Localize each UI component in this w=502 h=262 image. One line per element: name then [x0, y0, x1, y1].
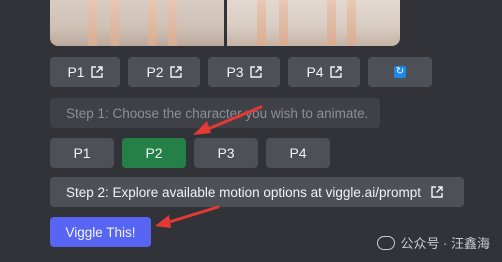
p3-link-button[interactable]: P3 [208, 57, 280, 87]
p2-link-button[interactable]: P2 [128, 57, 200, 87]
external-link-icon [431, 186, 443, 198]
external-link-icon [329, 66, 342, 78]
watermark-text: 公众号 · 汪鑫海 [400, 236, 490, 251]
p4-link-button[interactable]: P4 [288, 57, 360, 87]
step1-label: Step 1: Choose the character you wish to… [66, 105, 369, 121]
preview-image-1 [50, 0, 224, 46]
preview-figure-leg [148, 0, 157, 46]
preview-figure-leg [168, 0, 177, 46]
p3-link-label: P3 [226, 64, 244, 80]
choose-p1-button[interactable]: P1 [50, 138, 114, 168]
p2-link-label: P2 [146, 64, 164, 80]
p1-link-label: P1 [67, 64, 85, 80]
choose-p4-label: P4 [289, 145, 307, 161]
preview-image-2 [226, 0, 400, 46]
choose-p2-button[interactable]: P2 [122, 138, 186, 168]
viggle-this-button[interactable]: Viggle This! [50, 217, 151, 247]
external-link-icon [249, 66, 262, 78]
refresh-icon: ↻ [394, 66, 406, 78]
watermark: 公众号 · 汪鑫海 [377, 233, 490, 252]
step2-link-button[interactable]: Step 2: Explore available motion options… [50, 177, 464, 207]
choose-p3-label: P3 [217, 145, 235, 161]
external-link-icon [90, 66, 103, 78]
viggle-this-label: Viggle This! [65, 224, 136, 240]
choose-p3-button[interactable]: P3 [194, 138, 258, 168]
preview-figure-leg [278, 0, 288, 46]
step1-label-button: Step 1: Choose the character you wish to… [50, 98, 380, 128]
red-arrow-annotation [155, 205, 220, 228]
choose-p1-label: P1 [73, 145, 91, 161]
refresh-button[interactable]: ↻ [368, 57, 432, 87]
step2-label: Step 2: Explore available motion options… [66, 184, 421, 200]
character-preview-images [50, 0, 400, 46]
p4-link-label: P4 [306, 64, 324, 80]
preview-figure-leg [88, 0, 97, 46]
preview-figure-leg [110, 0, 119, 46]
p1-link-button[interactable]: P1 [50, 57, 120, 87]
preview-figure-leg [256, 0, 266, 46]
preview-figure-leg [346, 0, 356, 46]
external-link-icon [169, 66, 182, 78]
choose-p4-button[interactable]: P4 [266, 138, 330, 168]
choose-p2-label: P2 [145, 145, 163, 161]
wechat-icon [377, 235, 396, 250]
preview-figure-leg [326, 0, 336, 46]
